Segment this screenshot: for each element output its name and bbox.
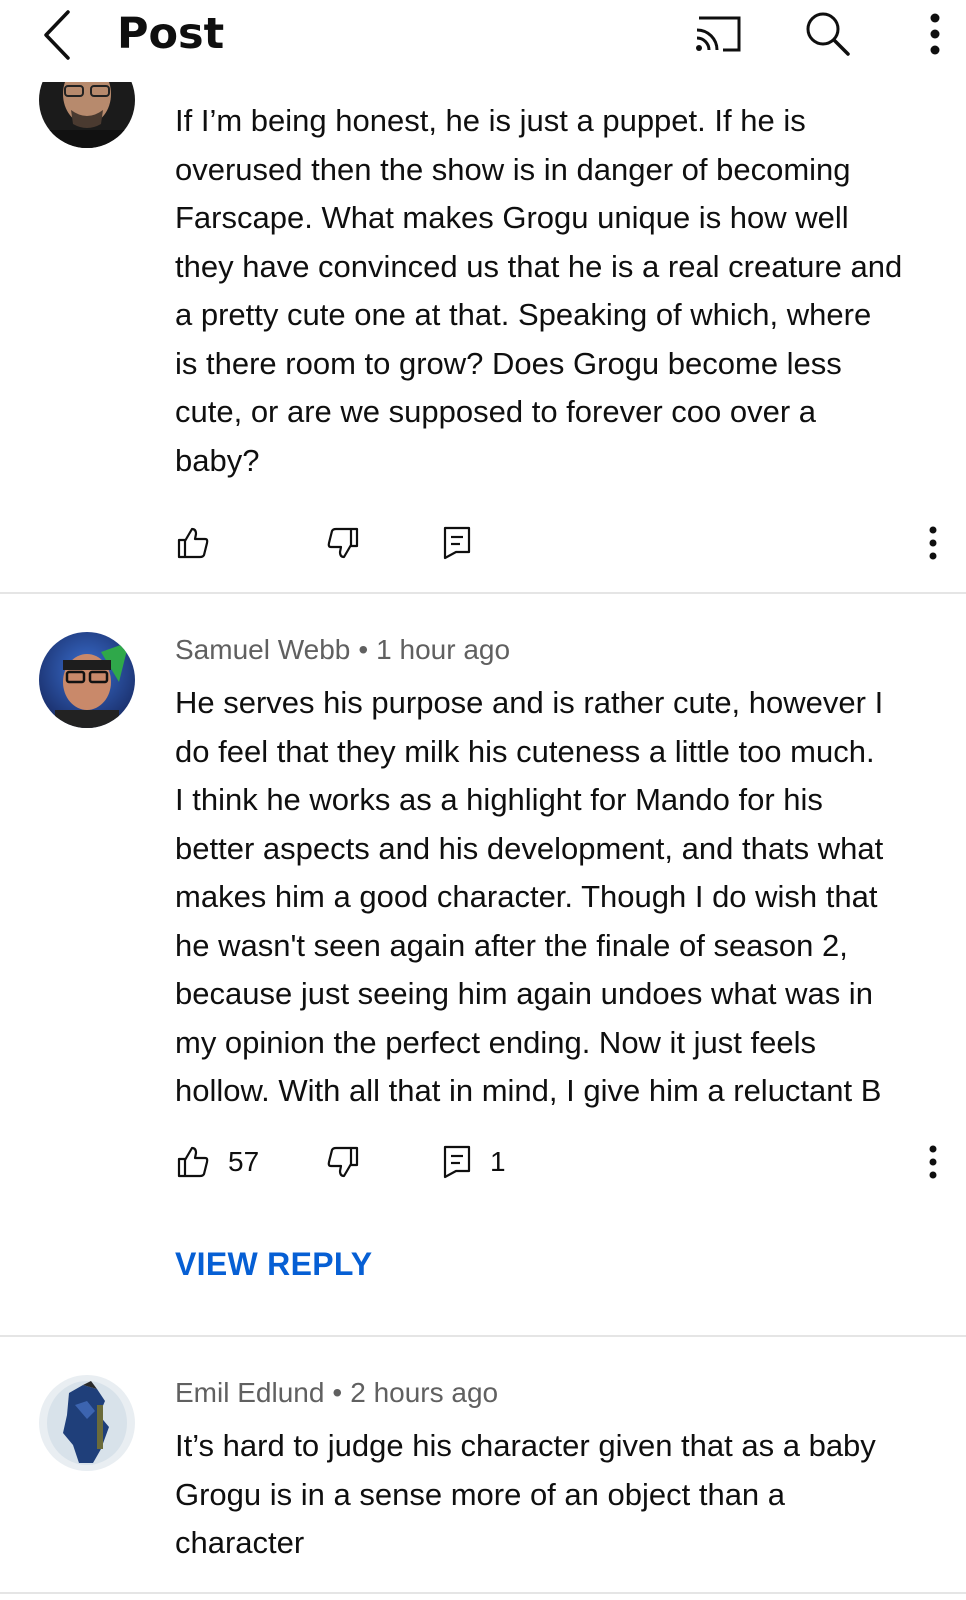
comment-line: I think he works as a highlight for Mand… [175,782,823,817]
reply-icon [443,1145,471,1179]
more-options-button[interactable] [907,6,963,62]
more-vertical-icon [929,1145,937,1179]
comment-line: hollow. With all that in mind, I give hi… [175,1073,882,1108]
comment-line: they have convinced us that he is a real… [175,248,903,284]
comment-line: If I’m being honest, he is just a puppet… [175,103,806,138]
comment-line: a pretty cute one at that. Speaking of w… [175,297,872,332]
search-icon [806,12,850,56]
thumbs-up-icon [177,1146,209,1178]
divider [0,1335,966,1337]
comment-line: do feel that they milk his cuteness a li… [175,733,875,769]
divider [0,1592,966,1594]
author-name[interactable]: Emil Edlund [175,1377,324,1408]
separator-dot: • [358,634,369,665]
more-vertical-icon [930,13,940,55]
comment-line: because just seeing him again undoes wha… [175,976,873,1011]
comment-line: character [175,1525,305,1560]
comment-line: baby? [175,442,260,478]
chevron-left-icon [44,10,70,60]
comment-meta: Samuel Webb • 1 hour ago [175,632,510,668]
comment-line: my opinion the perfect ending. Now it ju… [175,1024,817,1060]
cast-icon [696,16,741,52]
back-button[interactable] [28,4,88,64]
avatar-image [39,1375,135,1471]
thumbs-down-icon [327,527,359,559]
comment-text: It’s hard to judge his character given t… [175,1422,965,1568]
like-button[interactable] [176,518,210,568]
avatar[interactable] [39,632,135,728]
more-vertical-icon [929,526,937,560]
comment-line: Grogu is in a sense more of an object th… [175,1476,786,1512]
avatar-image [39,632,135,728]
comment-line: He serves his purpose and is rather cute… [175,685,884,720]
comment-line: makes him a good character. Though I do … [175,879,878,914]
cast-button[interactable] [692,6,748,62]
comment-actions: 57 1 [0,1137,966,1187]
like-count: 57 [228,1146,260,1177]
avatar[interactable] [39,1375,135,1471]
comment-time: 2 hours ago [350,1377,499,1408]
divider [0,592,966,594]
comment-line: is there room to grow? Does Grogu become… [175,345,842,381]
dislike-button[interactable] [326,518,360,568]
reply-count: 1 [490,1146,506,1177]
comment-text: He serves his purpose and is rather cute… [175,679,965,1116]
comment-line: Farscape. What makes Grogu unique is how… [175,200,849,235]
author-name[interactable]: Samuel Webb [175,634,350,665]
comment-meta: Emil Edlund • 2 hours ago [175,1375,498,1411]
dislike-button[interactable] [326,1137,360,1187]
comment-more-button[interactable] [926,1137,940,1187]
reply-icon [443,526,471,560]
top-app-bar: Post [0,0,966,82]
comment-line: cute, or are we supposed to forever coo … [175,394,817,429]
comment-time: 1 hour ago [376,634,511,665]
comment-text: If I’m being honest, he is just a puppet… [175,97,965,485]
search-button[interactable] [800,6,856,62]
comment-line: overused then the show is in danger of b… [175,151,851,187]
comment-line: It’s hard to judge his character given t… [175,1428,876,1463]
comment-line: he wasn't seen again after the finale of… [175,927,848,963]
view-reply-button[interactable]: VIEW REPLY [175,1246,372,1283]
reply-button[interactable] [442,518,472,568]
thumbs-up-icon [177,527,209,559]
reply-button[interactable]: 1 [442,1137,506,1187]
comment-more-button[interactable] [926,518,940,568]
comment-actions [0,518,966,568]
separator-dot: • [332,1377,343,1408]
thumbs-down-icon [327,1146,359,1178]
comment-line: better aspects and his development, and … [175,830,884,866]
page-title: Post [117,9,225,59]
like-button[interactable]: 57 [176,1137,259,1187]
